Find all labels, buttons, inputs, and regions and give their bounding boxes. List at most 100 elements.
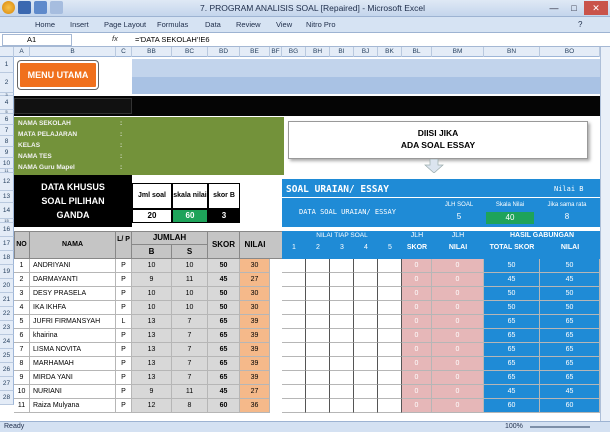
cell-b[interactable]: 10 bbox=[132, 301, 172, 315]
cell-no[interactable]: 2 bbox=[14, 273, 30, 287]
row-header[interactable]: 22 bbox=[0, 307, 14, 321]
cell-empty[interactable] bbox=[306, 399, 330, 413]
cell-empty[interactable] bbox=[354, 287, 378, 301]
cell-b[interactable]: 9 bbox=[132, 273, 172, 287]
cell-total[interactable]: 65 bbox=[484, 357, 540, 371]
cell-total[interactable]: 65 bbox=[484, 371, 540, 385]
cell-lp[interactable]: P bbox=[116, 301, 132, 315]
cell-jnilai[interactable]: 0 bbox=[432, 287, 484, 301]
cell-nilai[interactable]: 39 bbox=[240, 329, 270, 343]
cell-lp[interactable]: P bbox=[116, 385, 132, 399]
cell-nama[interactable]: ANDRIYANI bbox=[30, 259, 116, 273]
cell-empty[interactable] bbox=[378, 357, 402, 371]
cell-total[interactable]: 65 bbox=[484, 315, 540, 329]
cell-jnilai[interactable]: 0 bbox=[432, 315, 484, 329]
cell-s[interactable]: 7 bbox=[172, 315, 208, 329]
cell-jnilai[interactable]: 0 bbox=[432, 371, 484, 385]
cell-nilai2[interactable]: 50 bbox=[540, 259, 600, 273]
cell-empty[interactable] bbox=[354, 301, 378, 315]
col-header[interactable]: BL bbox=[402, 47, 432, 57]
cell-b[interactable]: 13 bbox=[132, 371, 172, 385]
cell-b[interactable]: 10 bbox=[132, 259, 172, 273]
col-header[interactable]: BO bbox=[540, 47, 600, 57]
cell-s[interactable]: 11 bbox=[172, 385, 208, 399]
cell-nama[interactable]: LISMA NOVITA bbox=[30, 343, 116, 357]
cell-empty[interactable] bbox=[354, 329, 378, 343]
col-header[interactable]: BH bbox=[306, 47, 330, 57]
cell-total[interactable]: 65 bbox=[484, 329, 540, 343]
tab-insert[interactable]: Insert bbox=[70, 20, 89, 29]
cell-total[interactable]: 45 bbox=[484, 273, 540, 287]
cell-b[interactable]: 13 bbox=[132, 357, 172, 371]
maximize-button[interactable]: □ bbox=[564, 1, 584, 15]
col-header[interactable]: BB bbox=[132, 47, 172, 57]
col-header[interactable]: BG bbox=[282, 47, 306, 57]
tab-home[interactable]: Home bbox=[35, 20, 55, 29]
cell-jskor[interactable]: 0 bbox=[402, 329, 432, 343]
cell-total[interactable]: 50 bbox=[484, 287, 540, 301]
skala-essay-value[interactable]: 40 bbox=[486, 212, 534, 224]
redo-icon[interactable] bbox=[50, 1, 63, 14]
cell-empty[interactable] bbox=[330, 287, 354, 301]
cell-empty[interactable] bbox=[306, 385, 330, 399]
fx-icon[interactable]: fx bbox=[112, 34, 118, 43]
cell-b[interactable]: 13 bbox=[132, 329, 172, 343]
cell-empty[interactable] bbox=[354, 371, 378, 385]
cell-no[interactable]: 6 bbox=[14, 329, 30, 343]
cell-lp[interactable]: P bbox=[116, 259, 132, 273]
cell-empty[interactable] bbox=[378, 259, 402, 273]
cell-empty[interactable] bbox=[330, 371, 354, 385]
cell-s[interactable]: 10 bbox=[172, 301, 208, 315]
cell-lp[interactable]: P bbox=[116, 273, 132, 287]
cell-no[interactable]: 8 bbox=[14, 357, 30, 371]
cell-nilai[interactable]: 39 bbox=[240, 371, 270, 385]
cell-b[interactable]: 13 bbox=[132, 343, 172, 357]
row-header[interactable]: 26 bbox=[0, 363, 14, 377]
cell-skor[interactable]: 65 bbox=[208, 329, 240, 343]
cell-skor[interactable]: 65 bbox=[208, 357, 240, 371]
cell-skor[interactable]: 45 bbox=[208, 273, 240, 287]
cell-jskor[interactable]: 0 bbox=[402, 357, 432, 371]
cell-empty[interactable] bbox=[282, 385, 306, 399]
cell-b[interactable]: 9 bbox=[132, 385, 172, 399]
cell-empty[interactable] bbox=[282, 343, 306, 357]
cell-empty[interactable] bbox=[354, 315, 378, 329]
worksheet[interactable]: MENU UTAMA NAMA SEKOLAH MATA PELAJARAN K… bbox=[14, 57, 600, 421]
cell-empty[interactable] bbox=[378, 329, 402, 343]
cell-empty[interactable] bbox=[282, 357, 306, 371]
cell-empty[interactable] bbox=[306, 343, 330, 357]
cell-nilai2[interactable]: 65 bbox=[540, 343, 600, 357]
cell-lp[interactable]: P bbox=[116, 287, 132, 301]
cell-nilai2[interactable]: 50 bbox=[540, 287, 600, 301]
cell-no[interactable]: 5 bbox=[14, 315, 30, 329]
cell-jnilai[interactable]: 0 bbox=[432, 329, 484, 343]
zoom-level[interactable]: 100% bbox=[505, 423, 523, 430]
cell-empty[interactable] bbox=[330, 343, 354, 357]
minimize-button[interactable]: — bbox=[544, 1, 564, 15]
cell-nilai[interactable]: 30 bbox=[240, 259, 270, 273]
cell-skor[interactable]: 50 bbox=[208, 287, 240, 301]
row-header[interactable]: 21 bbox=[0, 293, 14, 307]
cell-total[interactable]: 50 bbox=[484, 301, 540, 315]
row-header[interactable]: 8 bbox=[0, 136, 14, 147]
cell-empty[interactable] bbox=[306, 259, 330, 273]
cell-lp[interactable]: P bbox=[116, 371, 132, 385]
col-header[interactable]: BJ bbox=[354, 47, 378, 57]
cell-empty[interactable] bbox=[282, 287, 306, 301]
cell-empty[interactable] bbox=[306, 287, 330, 301]
cell-lp[interactable]: P bbox=[116, 343, 132, 357]
cell-s[interactable]: 11 bbox=[172, 273, 208, 287]
cell-nilai2[interactable]: 45 bbox=[540, 273, 600, 287]
cell-empty[interactable] bbox=[330, 385, 354, 399]
cell-jskor[interactable]: 0 bbox=[402, 385, 432, 399]
cell-no[interactable]: 3 bbox=[14, 287, 30, 301]
cell-empty[interactable] bbox=[354, 343, 378, 357]
cell-nama[interactable]: MIRDA YANI bbox=[30, 371, 116, 385]
tab-formulas[interactable]: Formulas bbox=[157, 20, 188, 29]
cell-no[interactable]: 4 bbox=[14, 301, 30, 315]
cell-nama[interactable]: DESY PRASELA bbox=[30, 287, 116, 301]
cell-skor[interactable]: 60 bbox=[208, 399, 240, 413]
cell-empty[interactable] bbox=[282, 259, 306, 273]
zoom-slider[interactable] bbox=[530, 426, 590, 428]
cell-nama[interactable]: khairina bbox=[30, 329, 116, 343]
